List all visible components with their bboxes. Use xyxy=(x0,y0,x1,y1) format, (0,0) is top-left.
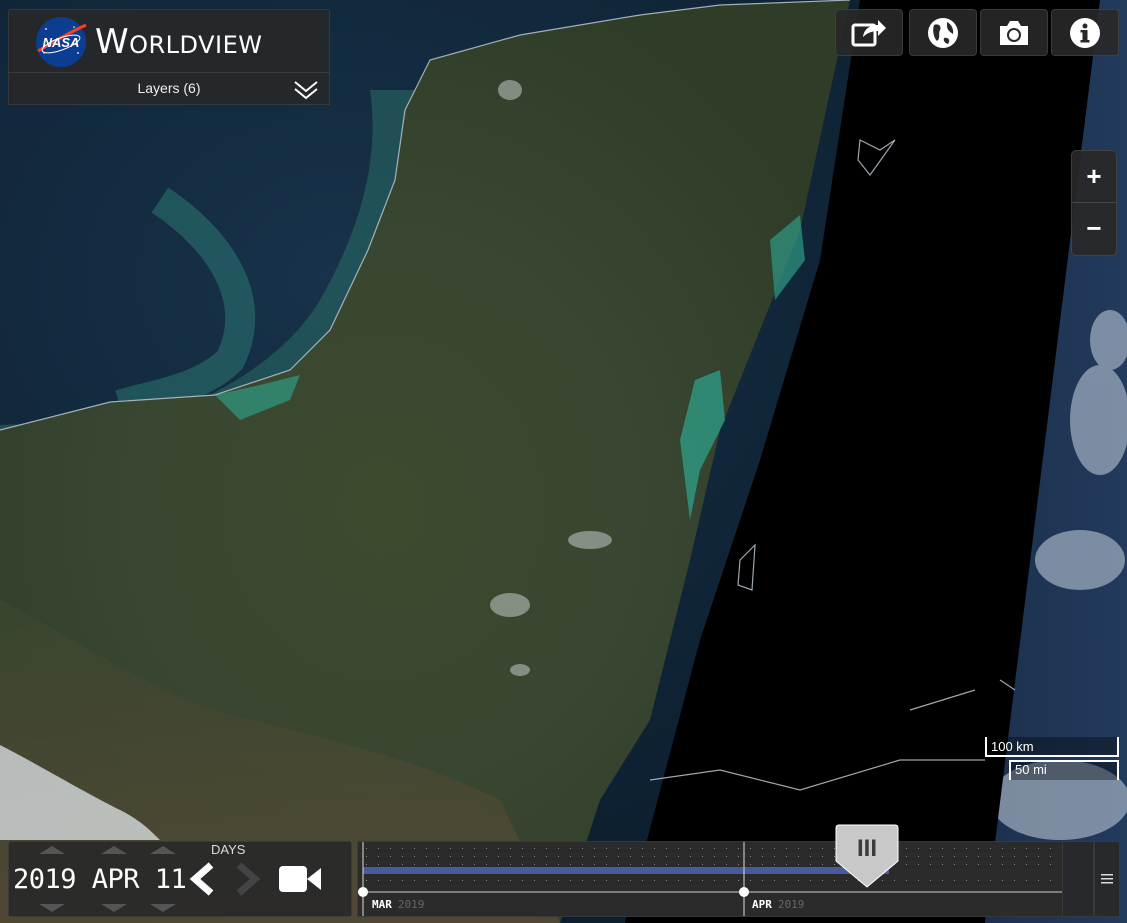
satellite-imagery xyxy=(0,0,1127,923)
timeline-zoom-area[interactable] xyxy=(1062,841,1094,917)
data-availability-bar xyxy=(363,867,889,874)
month-label-apr: APR 2019 xyxy=(752,898,805,911)
video-camera-icon[interactable] xyxy=(277,864,323,894)
app-title: Worldview xyxy=(95,22,263,62)
layers-toggle-button[interactable]: Layers (6) xyxy=(8,72,330,105)
scale-km-label: 100 km xyxy=(991,739,1034,754)
timeline-ticks xyxy=(358,842,1062,916)
layers-count-label: Layers (6) xyxy=(137,80,201,96)
date-selector: DAYS 2019 APR 11 xyxy=(8,841,352,917)
chevron-double-down-icon xyxy=(294,81,318,100)
camera-icon xyxy=(1000,20,1028,45)
svg-text:III: III xyxy=(857,835,877,862)
info-icon xyxy=(1070,17,1100,48)
zoom-control: + − xyxy=(1071,150,1117,256)
menu-icon xyxy=(1101,874,1113,884)
zoom-out-button[interactable]: − xyxy=(1072,203,1116,254)
timeline-menu-button[interactable] xyxy=(1094,841,1120,917)
nasa-logo: NASA xyxy=(36,17,87,67)
svg-text:NASA: NASA xyxy=(43,35,80,50)
date-increment-arrows[interactable] xyxy=(39,846,209,854)
app-header: NASA Worldview xyxy=(8,9,330,73)
share-button[interactable] xyxy=(835,9,903,56)
chevron-left-icon[interactable] xyxy=(187,862,219,896)
share-icon xyxy=(851,19,886,46)
projection-button[interactable] xyxy=(909,9,977,56)
month-label-mar: MAR 2019 xyxy=(372,898,425,911)
interval-label[interactable]: DAYS xyxy=(211,842,245,857)
chevron-right-icon[interactable] xyxy=(231,862,263,896)
zoom-in-button[interactable]: + xyxy=(1072,151,1116,202)
timeline-handle-shape: III xyxy=(835,824,899,888)
info-button[interactable] xyxy=(1051,9,1119,56)
timeline-date-handle[interactable]: III xyxy=(834,823,900,889)
snapshot-button[interactable] xyxy=(980,9,1048,56)
projection-globe-icon xyxy=(928,17,958,48)
timeline[interactable]: MAR 2019 APR 2019 xyxy=(357,841,1063,917)
current-date[interactable]: 2019 APR 11 xyxy=(13,864,187,895)
date-decrement-arrows[interactable] xyxy=(39,904,209,912)
map-view[interactable] xyxy=(0,0,1127,923)
scale-mi-label: 50 mi xyxy=(1015,762,1047,777)
